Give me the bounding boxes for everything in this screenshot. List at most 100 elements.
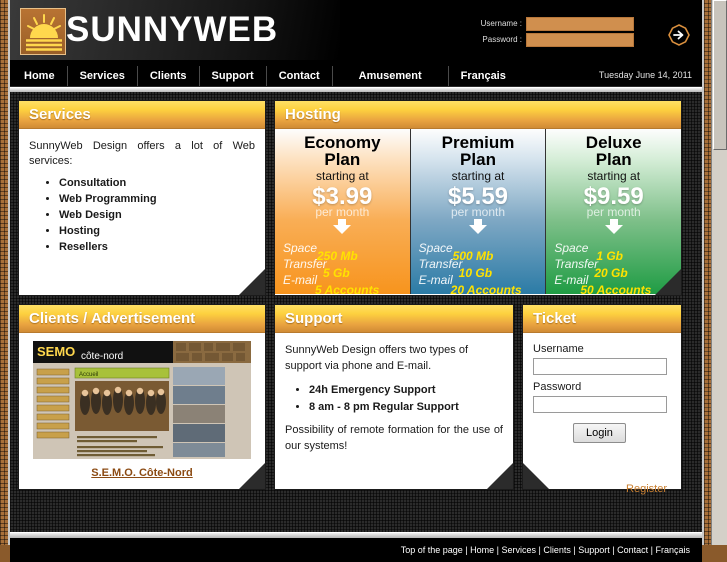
plan-specs-economy: Space 250 Mb Transfer 5 Gb E-mail 5 Acco… xyxy=(281,241,404,294)
header-login-form: Username : Password : xyxy=(464,16,664,48)
ticket-username-input[interactable] xyxy=(533,358,667,375)
ticket-username-label: Username xyxy=(533,343,671,355)
support-list: 24h Emergency Support 8 am - 8 pm Regula… xyxy=(309,384,503,413)
services-list-item: Consultation xyxy=(59,177,255,189)
support-outro: Possibility of remote formation for the … xyxy=(285,423,503,455)
down-arrow-icon xyxy=(417,219,540,239)
ticket-register-link[interactable]: Register xyxy=(626,483,667,495)
client-site-thumbnail[interactable]: SEMO côte-nord Accueil xyxy=(33,341,251,459)
browser-scrollbar[interactable] xyxy=(711,0,727,545)
arrow-right-circle-icon[interactable] xyxy=(668,24,690,46)
plan-starting-label: starting at xyxy=(417,169,540,183)
client-thumbnail-svg: SEMO côte-nord Accueil xyxy=(33,341,251,459)
plan-email-label: E-mail xyxy=(283,273,317,287)
plan-space-label: Space xyxy=(554,241,588,255)
plan-transfer-label: Transfer xyxy=(419,257,463,271)
plan-transfer-label: Transfer xyxy=(554,257,598,271)
plan-per-month-label: per month xyxy=(281,206,404,218)
plan-email-value: 50 Accounts xyxy=(580,283,651,294)
services-list-item: Web Programming xyxy=(59,193,255,205)
sun-logo-icon[interactable] xyxy=(20,8,66,55)
plan-transfer-label: Transfer xyxy=(283,257,327,271)
left-texture-strip xyxy=(0,0,8,545)
plan-name-line2: Plan xyxy=(324,150,360,169)
footer-link-home[interactable]: Home xyxy=(470,545,494,555)
services-list-item: Resellers xyxy=(59,241,255,253)
support-list-item: 8 am - 8 pm Regular Support xyxy=(309,401,503,413)
footer-link-contact[interactable]: Contact xyxy=(617,545,648,555)
svg-text:Accueil: Accueil xyxy=(79,372,98,378)
plan-starting-label: starting at xyxy=(281,169,404,183)
panel-support: Support SunnyWeb Design offers two types… xyxy=(274,304,514,490)
plan-email-value: 20 Accounts xyxy=(451,283,522,294)
go-arrow-svg xyxy=(668,24,690,46)
services-intro: SunnyWeb Design offers a lot of Web serv… xyxy=(29,139,255,169)
nav-item-support[interactable]: Support xyxy=(200,66,267,86)
panel-services-title: Services xyxy=(19,101,265,129)
hosting-plans: Economy Plan starting at $3.99 per month… xyxy=(275,129,681,294)
nav-item-contact[interactable]: Contact xyxy=(267,66,333,86)
ticket-login-button[interactable]: Login xyxy=(573,423,626,443)
plan-email-label: E-mail xyxy=(419,273,453,287)
panel-hosting: Hosting Economy Plan starting at $3.99 p… xyxy=(274,100,682,296)
header-username-input[interactable] xyxy=(526,17,634,31)
plan-email-value: 5 Accounts xyxy=(315,283,379,294)
plan-specs-deluxe: Space 1 Gb Transfer 20 Gb E-mail 50 Acco… xyxy=(552,241,675,294)
header-password-row: Password : xyxy=(464,32,664,47)
client-site-link[interactable]: S.E.M.O. Côte-Nord xyxy=(27,467,257,479)
plan-space-label: Space xyxy=(419,241,453,255)
sun-logo-svg xyxy=(21,9,66,55)
support-intro: SunnyWeb Design offers two types of supp… xyxy=(285,343,503,375)
plan-name-line2: Plan xyxy=(596,150,632,169)
plan-transfer-value: 20 Gb xyxy=(594,266,627,280)
footer-link-francais[interactable]: Français xyxy=(655,545,690,555)
plan-per-month-label: per month xyxy=(552,206,675,218)
plan-space-value: 1 Gb xyxy=(596,249,623,263)
footer-link-top[interactable]: Top of the page xyxy=(401,545,463,555)
header-username-row: Username : xyxy=(464,16,664,31)
panel-ticket: Ticket Username Password Login Register xyxy=(522,304,682,490)
panel-clients-advertisement: Clients / Advertisement xyxy=(18,304,266,490)
nav-item-services[interactable]: Services xyxy=(68,66,138,86)
plan-name-line2: Plan xyxy=(460,150,496,169)
site-frame: SUNNYWEB Username : Password : Home Serv… xyxy=(8,0,704,545)
header-password-input[interactable] xyxy=(526,33,634,47)
plan-transfer-value: 10 Gb xyxy=(459,266,492,280)
panel-services: Services SunnyWeb Design offers a lot of… xyxy=(18,100,266,296)
content-area: Services SunnyWeb Design offers a lot of… xyxy=(10,92,702,532)
footer-link-clients[interactable]: Clients xyxy=(543,545,571,555)
header-username-label: Username : xyxy=(464,19,526,28)
footer-link-services[interactable]: Services xyxy=(502,545,537,555)
nav-item-francais[interactable]: Français xyxy=(449,66,518,86)
ticket-password-label: Password xyxy=(533,381,671,393)
plan-card-deluxe[interactable]: Deluxe Plan starting at $9.59 per month … xyxy=(546,129,681,294)
nav-item-amusement[interactable]: Amusement xyxy=(333,66,449,86)
plan-card-economy[interactable]: Economy Plan starting at $3.99 per month… xyxy=(275,129,411,294)
plan-per-month-label: per month xyxy=(417,206,540,218)
plan-space-label: Space xyxy=(283,241,317,255)
scrollbar-thumb[interactable] xyxy=(713,0,727,150)
down-arrow-icon xyxy=(552,219,675,239)
footer-link-support[interactable]: Support xyxy=(578,545,610,555)
site-footer: Top of the page | Home | Services | Clie… xyxy=(10,538,702,562)
support-list-item: 24h Emergency Support xyxy=(309,384,503,396)
services-list: Consultation Web Programming Web Design … xyxy=(59,177,255,253)
panel-hosting-title: Hosting xyxy=(275,101,681,129)
nav-item-clients[interactable]: Clients xyxy=(138,66,200,86)
nav-item-home[interactable]: Home xyxy=(10,66,68,86)
services-list-item: Web Design xyxy=(59,209,255,221)
ticket-password-input[interactable] xyxy=(533,396,667,413)
panel-support-title: Support xyxy=(275,305,513,333)
svg-text:SEMO: SEMO xyxy=(37,344,75,359)
header-password-label: Password : xyxy=(464,35,526,44)
plan-starting-label: starting at xyxy=(552,169,675,183)
panel-clients-title: Clients / Advertisement xyxy=(19,305,265,333)
plan-specs-premium: Space 500 Mb Transfer 10 Gb E-mail 20 Ac… xyxy=(417,241,540,294)
current-date: Tuesday June 14, 2011 xyxy=(599,70,692,80)
svg-text:côte-nord: côte-nord xyxy=(81,351,123,362)
down-arrow-icon xyxy=(281,219,404,239)
brand-title: SUNNYWEB xyxy=(66,8,278,52)
services-list-item: Hosting xyxy=(59,225,255,237)
plan-card-premium[interactable]: Premium Plan starting at $5.59 per month… xyxy=(411,129,547,294)
site-header: SUNNYWEB Username : Password : xyxy=(10,0,702,66)
